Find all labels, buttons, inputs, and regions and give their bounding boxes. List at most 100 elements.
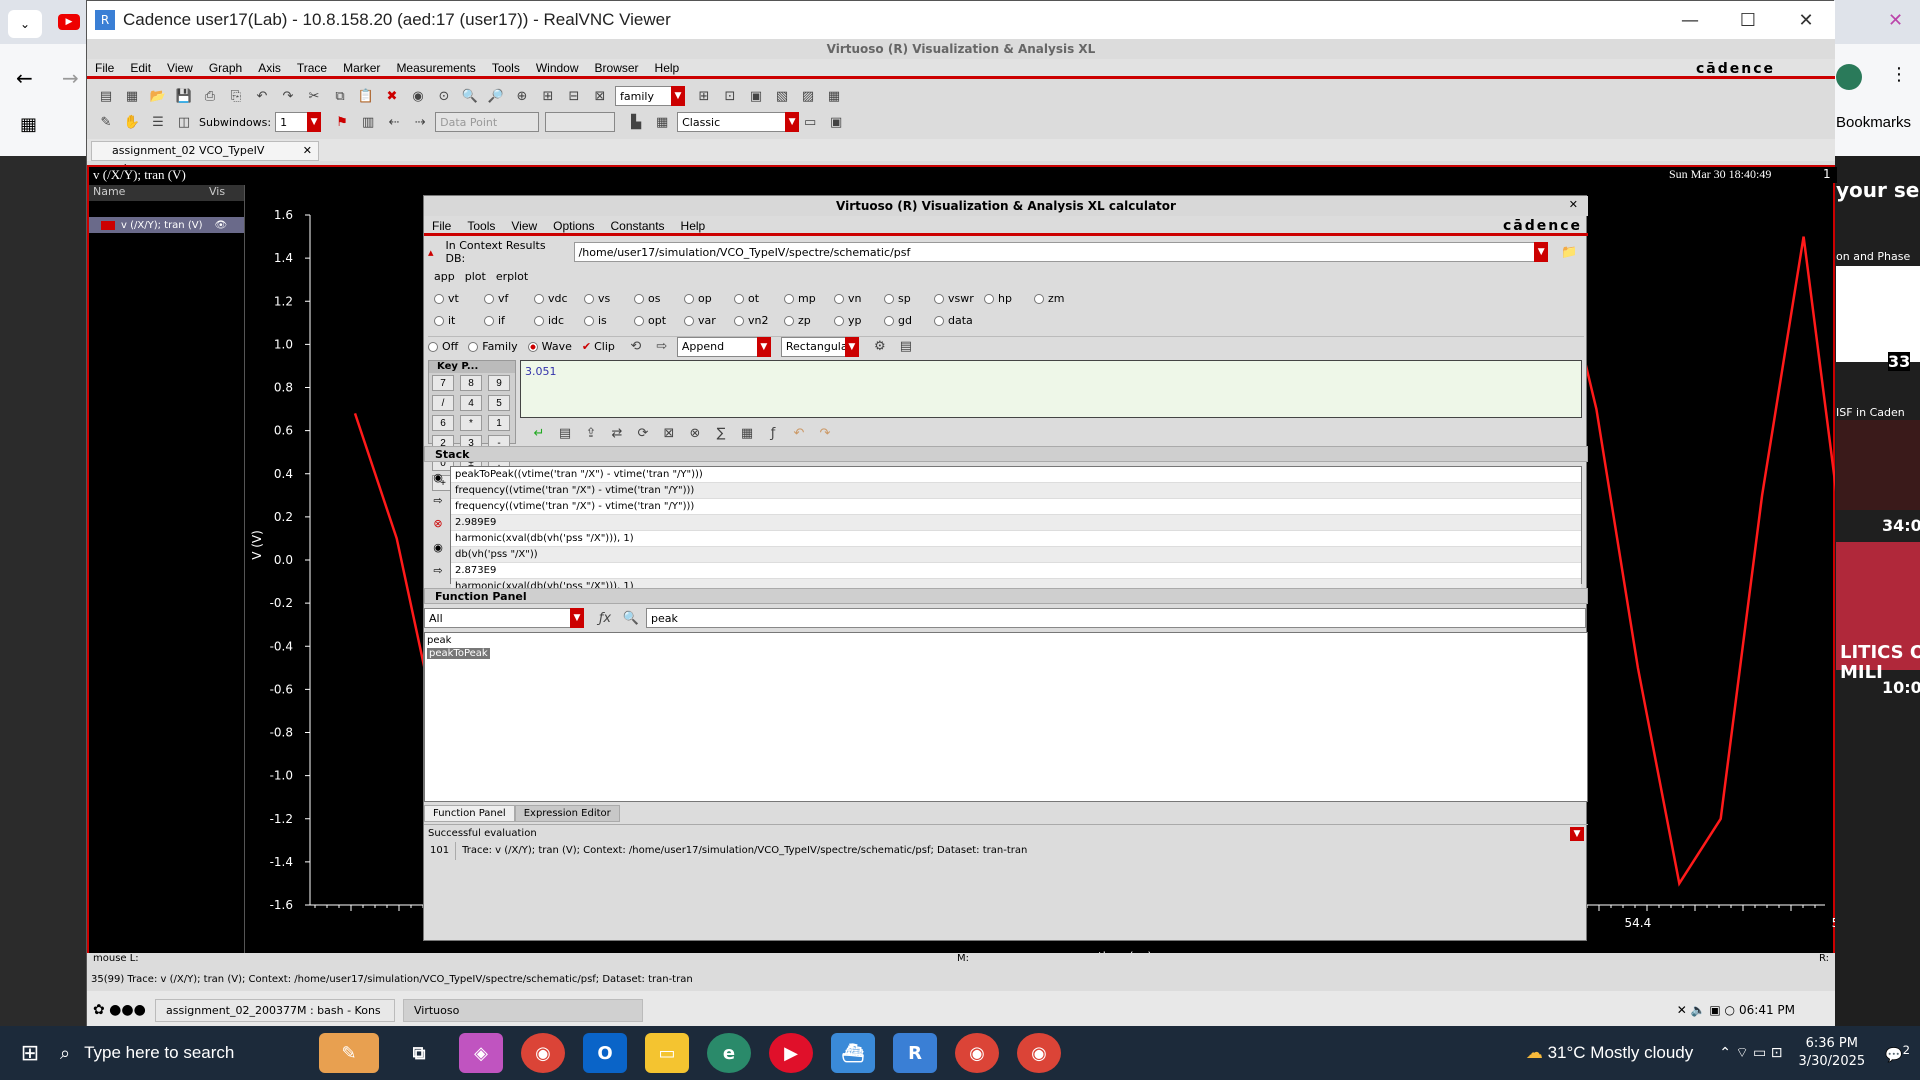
key-button[interactable]: 5	[488, 395, 510, 411]
save-icon[interactable]: 💾	[173, 85, 195, 107]
calc-menu-tools[interactable]: Tools	[467, 219, 495, 233]
calc-menu-options[interactable]: Options	[553, 219, 594, 233]
mode-family[interactable]: Family	[468, 340, 518, 353]
buffer-field[interactable]: 3.051	[520, 360, 1582, 418]
redo-icon[interactable]: ↷	[814, 422, 836, 444]
print-icon[interactable]: ⎙	[199, 85, 221, 107]
stack-item[interactable]: db(vh('pss "/X"))	[451, 547, 1581, 563]
calc-menu-file[interactable]: File	[432, 219, 451, 233]
function-item[interactable]: peak	[427, 635, 1585, 646]
function-icon[interactable]: ƒ	[762, 422, 784, 444]
avatar[interactable]	[1836, 64, 1862, 90]
remote-launcher-icon[interactable]: ✿ ●●●	[87, 1002, 147, 1018]
radio-zp[interactable]: zp	[784, 314, 824, 327]
expression-icon[interactable]: ∑	[710, 422, 732, 444]
zoom-y-icon[interactable]: ⊠	[589, 85, 611, 107]
radio-opt[interactable]: opt	[634, 314, 674, 327]
family-combo[interactable]: family ▼	[615, 86, 685, 106]
radio-vs[interactable]: vs	[584, 292, 624, 305]
marker-chart-icon[interactable]: ▧	[771, 85, 793, 107]
enter-icon[interactable]: ↵	[528, 422, 550, 444]
video-thumbnail[interactable]	[1836, 420, 1920, 510]
datapoint-combo[interactable]: Data Point	[435, 112, 540, 132]
more-icon[interactable]: ⋮	[1890, 64, 1908, 85]
notification-icon[interactable]: 💬2	[1885, 1043, 1910, 1064]
radio-zm[interactable]: zm	[1034, 292, 1074, 305]
rectangular-combo[interactable]: Rectangular ▼	[780, 336, 859, 357]
chevron-down-icon[interactable]: ▼	[1570, 827, 1584, 841]
radio-hp[interactable]: hp	[984, 292, 1024, 305]
radio-vn2[interactable]: vn2	[734, 314, 774, 327]
radio-idc[interactable]: idc	[534, 314, 574, 327]
close-window-icon[interactable]: ▣	[825, 111, 847, 133]
rect-chart-icon[interactable]: ▣	[745, 85, 767, 107]
key-button[interactable]: *	[460, 415, 482, 431]
table-icon[interactable]: ▦	[736, 422, 758, 444]
radio-vf[interactable]: vf	[484, 292, 524, 305]
key-button[interactable]: 9	[488, 375, 510, 391]
function-item-selected[interactable]: peakToPeak	[427, 648, 490, 659]
subtab-plot[interactable]: plot	[465, 270, 486, 283]
minimize-button[interactable]: —	[1661, 1, 1719, 39]
pan-icon[interactable]: ✋	[121, 111, 143, 133]
copy-icon[interactable]: ⧉	[329, 85, 351, 107]
doc-tab[interactable]: assignment_02 VCO_TypeIV schema... ✕	[91, 141, 319, 175]
subtab-erplot[interactable]: erplot	[496, 270, 528, 283]
clear-icon[interactable]: ⊠	[658, 422, 680, 444]
send-icon[interactable]: ⇨	[651, 336, 673, 358]
append-combo[interactable]: Append ▼	[676, 336, 771, 357]
key-button[interactable]: 8	[460, 375, 482, 391]
radio-gd[interactable]: gd	[884, 314, 924, 327]
video-thumbnail[interactable]	[1836, 266, 1920, 362]
calc-menu-help[interactable]: Help	[681, 219, 706, 233]
media-player-icon[interactable]: ▶	[769, 1033, 813, 1073]
collapse-icon[interactable]: ▴	[428, 246, 434, 259]
calculator-icon[interactable]: ▦	[651, 111, 673, 133]
fx-icon[interactable]: ƒx	[594, 607, 616, 629]
radio-vswr[interactable]: vswr	[934, 292, 974, 305]
menu-view[interactable]: View	[167, 61, 193, 75]
menu-window[interactable]: Window	[536, 61, 579, 75]
stack-item[interactable]: frequency((vtime('tran "/X") - vtime('tr…	[451, 499, 1581, 515]
zoom-x-icon[interactable]: ⊟	[563, 85, 585, 107]
bar-chart-icon[interactable]: ▨	[797, 85, 819, 107]
key-button[interactable]: /	[432, 395, 454, 411]
radio-vdc[interactable]: vdc	[534, 292, 574, 305]
radio-data[interactable]: data	[934, 314, 974, 327]
tray-icons[interactable]: ⌃ ⌔ ▭ ⊡	[1719, 1044, 1782, 1062]
window-icon[interactable]: ▭	[799, 111, 821, 133]
swap-icon[interactable]: ⇄	[606, 422, 628, 444]
tab-expression-editor[interactable]: Expression Editor	[514, 805, 620, 822]
youtube-icon[interactable]: ▶	[58, 14, 80, 30]
stack-item[interactable]: harmonic(xval(db(vh('pss "/X"))), 1)	[451, 531, 1581, 547]
legend-trace[interactable]: v (/X/Y); tran (V) 👁	[89, 217, 244, 233]
key-button[interactable]: 6	[432, 415, 454, 431]
radio-mp[interactable]: mp	[784, 292, 824, 305]
zoom-box-icon[interactable]: ⊞	[537, 85, 559, 107]
stack-item[interactable]: frequency((vtime('tran "/X") - vtime('tr…	[451, 483, 1581, 499]
browse-folder-icon[interactable]: 📁	[1558, 241, 1580, 263]
menu-tools[interactable]: Tools	[492, 61, 520, 75]
tab-function-panel[interactable]: Function Panel	[424, 805, 515, 822]
radio-os[interactable]: os	[634, 292, 674, 305]
taskbar-item[interactable]: assignment_02_200377M : bash - Kons	[155, 998, 395, 1022]
open-icon[interactable]: 📂	[147, 85, 169, 107]
close-icon[interactable]: ✕	[1888, 10, 1903, 31]
zoom-out-icon[interactable]: 🔎	[485, 85, 507, 107]
clock[interactable]: 6:36 PM 3/30/2025	[1798, 1035, 1865, 1071]
search-highlight-icon[interactable]: ✎	[319, 1033, 379, 1073]
stack-send-icon[interactable]: ⇨	[433, 494, 442, 507]
radio-vt[interactable]: vt	[434, 292, 474, 305]
clear-all-icon[interactable]: ⊗	[684, 422, 706, 444]
calc-menu-constants[interactable]: Constants	[611, 219, 665, 233]
edit-tool-icon[interactable]: ✎	[95, 111, 117, 133]
video-title[interactable]: ISF in Caden	[1836, 406, 1905, 419]
mode-wave[interactable]: Wave	[527, 340, 572, 353]
menu-help[interactable]: Help	[655, 61, 680, 75]
video-title[interactable]: on and Phase	[1836, 250, 1910, 263]
flag-icon[interactable]: ⚑	[331, 111, 353, 133]
chrome-icon[interactable]: ◉	[1017, 1033, 1061, 1073]
stack-up-icon[interactable]: ◉	[433, 471, 443, 484]
stop-icon[interactable]: ◉	[407, 85, 429, 107]
edge-icon[interactable]: e	[707, 1033, 751, 1073]
